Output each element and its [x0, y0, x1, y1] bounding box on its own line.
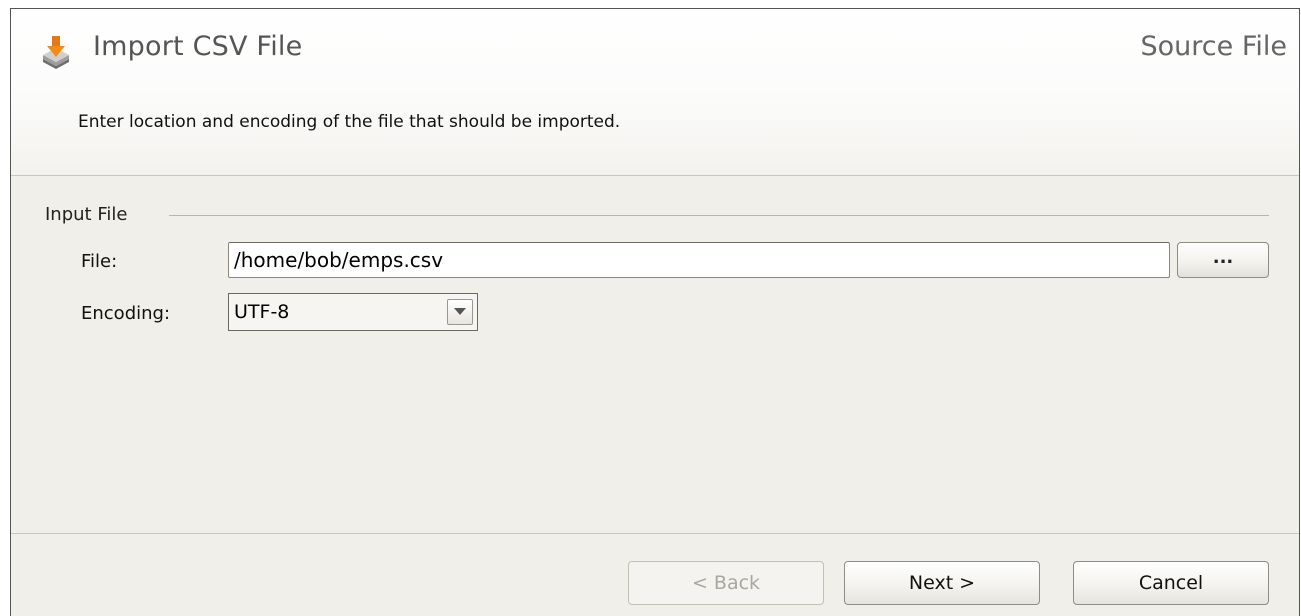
wizard-title: Import CSV File: [93, 31, 303, 62]
cancel-button[interactable]: Cancel: [1073, 561, 1269, 605]
next-button[interactable]: Next >: [844, 561, 1040, 605]
browse-button[interactable]: ...: [1177, 242, 1269, 278]
encoding-select[interactable]: UTF-8: [228, 293, 478, 331]
back-button[interactable]: < Back: [628, 561, 824, 605]
encoding-selected-value: UTF-8: [234, 301, 290, 323]
input-file-group-title: Input File: [45, 204, 128, 225]
footer-divider: [11, 533, 1299, 534]
chevron-down-icon[interactable]: [447, 299, 473, 325]
encoding-label: Encoding:: [81, 303, 171, 324]
file-path-input[interactable]: /home/bob/emps.csv: [228, 242, 1170, 278]
wizard-page-name: Source File: [1140, 31, 1288, 62]
import-icon: [39, 35, 73, 69]
wizard-description: Enter location and encoding of the file …: [78, 112, 621, 132]
import-csv-dialog: Import CSV File Source File Enter locati…: [10, 8, 1300, 616]
wizard-header: Import CSV File Source File Enter locati…: [11, 9, 1299, 176]
group-divider: [169, 215, 1269, 216]
file-label: File:: [81, 251, 118, 272]
